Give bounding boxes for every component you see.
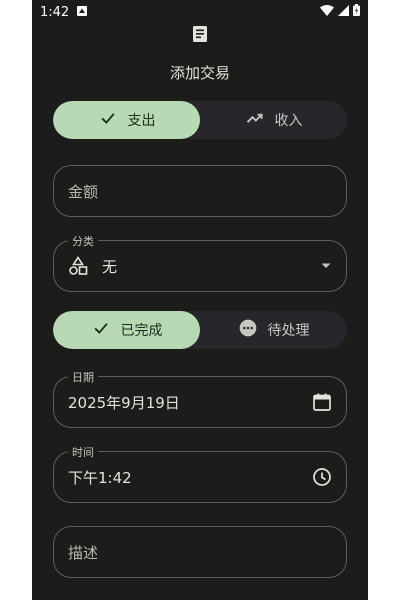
status-right (320, 4, 360, 20)
category-dropdown[interactable]: 分类 无 (53, 233, 347, 292)
transaction-status-toggle: 已完成 待处理 (53, 311, 347, 349)
expense-label: 支出 (127, 113, 156, 129)
battery-icon (353, 4, 360, 20)
income-label: 收入 (274, 113, 303, 129)
status-time: 1:42 (40, 4, 70, 20)
status-bar: 1:42 (32, 0, 368, 24)
expense-option[interactable]: 支出 (53, 101, 200, 139)
category-icon (68, 256, 88, 276)
more-horiz-icon (238, 318, 258, 342)
time-value: 下午1:42 (68, 468, 132, 487)
page-title: 添加交易 (169, 64, 230, 82)
transaction-type-toggle: 支出 收入 (53, 101, 347, 139)
wifi-icon (320, 4, 334, 20)
date-field[interactable]: 日期 2025年9月19日 (53, 369, 347, 428)
category-label: 分类 (68, 233, 98, 249)
amount-field[interactable]: 金额 (53, 165, 347, 217)
signal-icon (338, 4, 349, 20)
completed-option[interactable]: 已完成 (53, 311, 200, 349)
completed-label: 已完成 (120, 323, 163, 339)
description-placeholder: 描述 (68, 543, 99, 562)
date-label: 日期 (68, 369, 98, 385)
amount-placeholder: 金额 (68, 182, 99, 201)
time-field[interactable]: 时间 下午1:42 (53, 444, 347, 503)
trending-up-icon (245, 108, 265, 132)
dropdown-arrow-icon (320, 262, 332, 270)
status-left: 1:42 (40, 4, 88, 20)
check-icon (98, 108, 118, 132)
receipt-icon (190, 24, 210, 44)
phone-screen: 1:42 添加交易 支出 收入 金额 分类 无 已完成 待处理 日期 2025年… (32, 0, 368, 600)
notification-icon (77, 5, 88, 20)
pending-label: 待处理 (267, 323, 310, 339)
pending-option[interactable]: 待处理 (200, 311, 347, 349)
clock-icon[interactable] (312, 467, 332, 487)
category-value: 无 (102, 257, 118, 276)
calendar-icon[interactable] (312, 392, 332, 412)
income-option[interactable]: 收入 (200, 101, 347, 139)
check-icon (91, 318, 111, 342)
description-field[interactable]: 描述 (53, 526, 347, 578)
time-label: 时间 (68, 444, 98, 460)
date-value: 2025年9月19日 (68, 393, 180, 412)
